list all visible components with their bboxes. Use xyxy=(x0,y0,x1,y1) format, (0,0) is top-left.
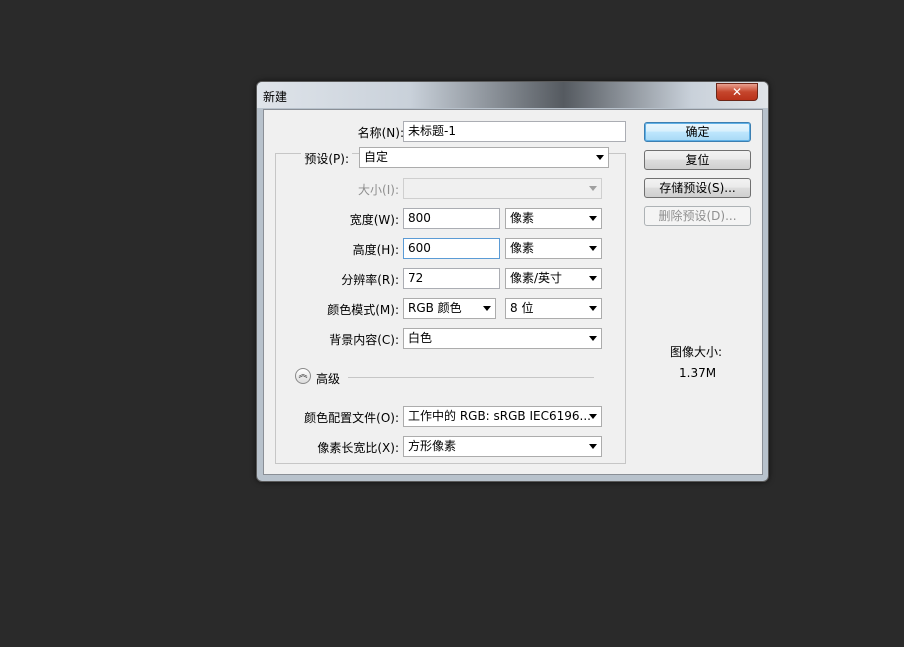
ok-button[interactable]: 确定 xyxy=(644,122,751,142)
preset-select[interactable]: 自定 xyxy=(359,147,609,168)
delete-preset-button: 删除预设(D)... xyxy=(644,206,751,226)
new-document-dialog: 新建 ✕ 名称(N): 未标题-1 预设(P): 自定 大小(I): 宽度(W)… xyxy=(256,81,769,482)
advanced-divider xyxy=(348,377,594,378)
size-label: 大小(I): xyxy=(358,183,399,197)
size-select xyxy=(403,178,602,199)
name-label: 名称(N): xyxy=(357,126,404,140)
chevron-down-icon xyxy=(483,306,491,311)
color-profile-label: 颜色配置文件(O): xyxy=(304,411,399,425)
color-mode-select[interactable]: RGB 颜色 xyxy=(403,298,496,319)
close-icon: ✕ xyxy=(731,85,743,99)
width-unit-value: 像素 xyxy=(510,211,535,225)
pixel-aspect-select[interactable]: 方形像素 xyxy=(403,436,602,457)
dialog-title: 新建 xyxy=(263,90,288,104)
bit-depth-select[interactable]: 8 位 xyxy=(505,298,602,319)
resolution-unit-value: 像素/英寸 xyxy=(510,271,563,285)
preset-value: 自定 xyxy=(364,150,389,164)
title-bar[interactable]: 新建 ✕ xyxy=(257,82,768,108)
resolution-input[interactable]: 72 xyxy=(403,268,500,289)
width-label: 宽度(W): xyxy=(349,213,399,227)
close-button[interactable]: ✕ xyxy=(716,83,758,101)
dialog-body: 名称(N): 未标题-1 预设(P): 自定 大小(I): 宽度(W): 800… xyxy=(263,109,763,475)
chevron-down-icon xyxy=(589,444,597,449)
reset-button[interactable]: 复位 xyxy=(644,150,751,170)
preset-label: 预设(P): xyxy=(301,150,352,167)
color-mode-label: 颜色模式(M): xyxy=(327,303,399,317)
bit-depth-value: 8 位 xyxy=(510,301,534,315)
chevron-down-icon xyxy=(589,306,597,311)
collapse-advanced-icon[interactable]: ︽ xyxy=(295,368,311,384)
color-mode-value: RGB 颜色 xyxy=(408,301,462,315)
background-select[interactable]: 白色 xyxy=(403,328,602,349)
width-unit-select[interactable]: 像素 xyxy=(505,208,602,229)
image-size-label: 图像大小: xyxy=(670,345,723,359)
background-value: 白色 xyxy=(408,331,433,345)
color-profile-select[interactable]: 工作中的 RGB: sRGB IEC6196... xyxy=(403,406,602,427)
pixel-aspect-value: 方形像素 xyxy=(408,439,457,453)
advanced-label[interactable]: 高级 xyxy=(316,370,340,387)
resolution-label: 分辨率(R): xyxy=(341,273,399,287)
name-input[interactable]: 未标题-1 xyxy=(403,121,626,142)
pixel-aspect-label: 像素长宽比(X): xyxy=(317,441,399,455)
chevron-down-icon xyxy=(589,216,597,221)
height-unit-value: 像素 xyxy=(510,241,535,255)
resolution-unit-select[interactable]: 像素/英寸 xyxy=(505,268,602,289)
image-size-value: 1.37M xyxy=(679,366,717,380)
height-label: 高度(H): xyxy=(352,243,399,257)
save-preset-button[interactable]: 存储预设(S)... xyxy=(644,178,751,198)
height-unit-select[interactable]: 像素 xyxy=(505,238,602,259)
chevron-down-icon xyxy=(589,336,597,341)
width-input[interactable]: 800 xyxy=(403,208,500,229)
chevron-down-icon xyxy=(589,186,597,191)
chevron-down-icon xyxy=(589,246,597,251)
chevron-down-icon xyxy=(596,155,604,160)
chevron-down-icon xyxy=(589,276,597,281)
height-input[interactable]: 600 xyxy=(403,238,500,259)
chevron-down-icon xyxy=(589,414,597,419)
color-profile-value: 工作中的 RGB: sRGB IEC6196... xyxy=(408,409,591,423)
background-label: 背景内容(C): xyxy=(329,333,399,347)
